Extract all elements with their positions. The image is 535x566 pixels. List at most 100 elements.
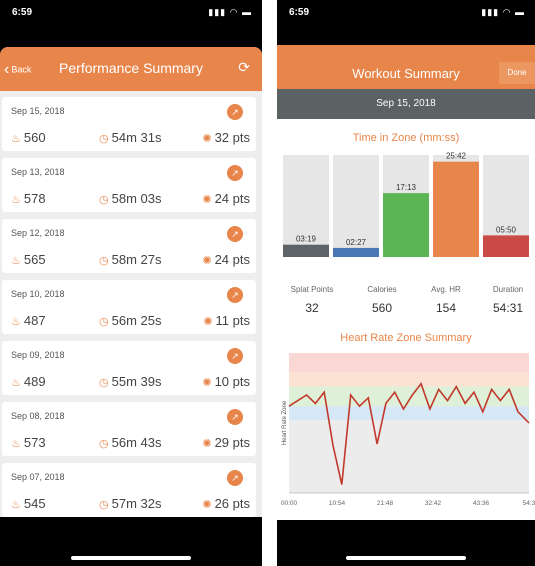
calories-value: 489 <box>23 374 46 389</box>
calories-value: 573 <box>23 435 46 450</box>
nav-header: Workout Summary Done <box>277 45 535 89</box>
done-button[interactable]: Done <box>499 62 535 84</box>
workout-card[interactable]: Sep 07, 2018 ↗ ♨ 545 ◷ 57m 32s ✺ 26 pts <box>2 463 256 517</box>
share-icon[interactable]: ↗ <box>227 165 243 181</box>
share-icon[interactable]: ↗ <box>227 348 243 364</box>
workout-date: Sep 09, 2018 <box>11 350 65 360</box>
splat-icon: ✺ <box>202 499 212 511</box>
flame-icon: ♨ <box>11 499 21 511</box>
share-icon[interactable]: ↗ <box>227 470 243 486</box>
zone-bar-label: 03:19 <box>296 235 317 244</box>
duration-stat: ◷ 54m 31s <box>99 130 161 145</box>
workout-card[interactable]: Sep 10, 2018 ↗ ♨ 487 ◷ 56m 25s ✺ 11 pts <box>2 280 256 334</box>
status-time: 6:59 <box>12 7 33 18</box>
splat-icon: ✺ <box>202 133 212 145</box>
calories-value: 545 <box>23 496 46 511</box>
splat-icon: ✺ <box>202 194 212 206</box>
share-icon[interactable]: ↗ <box>227 104 243 120</box>
nav-header: ‹ Back Performance Summary ⟳ <box>0 47 262 91</box>
calories-stat: ♨ 489 <box>11 374 46 389</box>
x-tick-label: 43:36 <box>473 500 490 507</box>
zone-chart-title: Time in Zone (mm:ss) <box>352 132 460 144</box>
duration-value: 58m 03s <box>111 191 162 206</box>
duration-value: 57m 32s <box>111 496 162 511</box>
splat-icon: ✺ <box>202 438 212 450</box>
points-value: 10 pts <box>214 374 250 389</box>
splat-icon: ✺ <box>202 255 212 267</box>
workout-card[interactable]: Sep 15, 2018 ↗ ♨ 560 ◷ 54m 31s ✺ 32 pts <box>2 97 256 151</box>
points-stat: ✺ 32 pts <box>202 130 250 145</box>
flame-icon: ♨ <box>11 194 21 206</box>
points-value: 11 pts <box>215 313 250 328</box>
duration-value: 56m 43s <box>111 435 162 450</box>
phone-left: 6:59 ▮▮▮ ◠ ▬ ‹ Back Performance Summary ⟳… <box>0 0 262 566</box>
metric-label: Splat Points <box>290 285 334 294</box>
metric-value: 154 <box>435 301 457 315</box>
clock-icon: ◷ <box>99 499 109 511</box>
share-icon[interactable]: ↗ <box>227 287 243 303</box>
clock-icon: ◷ <box>99 316 109 328</box>
flame-icon: ♨ <box>11 377 21 389</box>
workout-date: Sep 08, 2018 <box>11 411 65 421</box>
flame-icon: ♨ <box>11 255 21 267</box>
home-indicator[interactable] <box>71 556 191 560</box>
flame-icon: ♨ <box>11 316 21 328</box>
duration-stat: ◷ 55m 39s <box>99 374 161 389</box>
flame-icon: ♨ <box>11 133 21 145</box>
workout-card[interactable]: Sep 12, 2018 ↗ ♨ 565 ◷ 58m 27s ✺ 24 pts <box>2 219 256 273</box>
clock-icon: ◷ <box>99 194 109 206</box>
points-stat: ✺ 29 pts <box>202 435 250 450</box>
workout-date-banner: Sep 15, 2018 <box>277 89 535 119</box>
points-stat: ✺ 10 pts <box>202 374 250 389</box>
time-in-zone-chart: 03:19 02:27 17:13 25:42 05:50 <box>283 152 529 257</box>
clock-icon: ◷ <box>99 133 109 145</box>
calories-value: 487 <box>23 313 46 328</box>
refresh-icon[interactable]: ⟳ <box>238 59 250 76</box>
clock-icon: ◷ <box>99 377 109 389</box>
points-value: 24 pts <box>214 252 250 267</box>
zone-bar-label: 17:13 <box>396 183 417 192</box>
points-stat: ✺ 24 pts <box>202 252 250 267</box>
share-icon[interactable]: ↗ <box>227 226 243 242</box>
zone-bar-label: 25:42 <box>446 152 467 161</box>
duration-stat: ◷ 58m 27s <box>99 252 161 267</box>
workout-date: Sep 13, 2018 <box>11 167 65 177</box>
splat-icon: ✺ <box>203 316 213 328</box>
points-value: 24 pts <box>214 191 250 206</box>
workout-card[interactable]: Sep 09, 2018 ↗ ♨ 489 ◷ 55m 39s ✺ 10 pts <box>2 341 256 395</box>
workout-date: Sep 15, 2018 <box>11 106 65 116</box>
points-stat: ✺ 24 pts <box>202 191 250 206</box>
calories-stat: ♨ 487 <box>11 313 46 328</box>
zone-bar <box>383 193 429 257</box>
home-indicator[interactable] <box>346 556 466 560</box>
page-title: Workout Summary <box>352 66 460 81</box>
duration-stat: ◷ 56m 25s <box>99 313 161 328</box>
metric-label: Duration <box>492 285 524 294</box>
metric-value: 54:31 <box>492 301 524 315</box>
duration-value: 54m 31s <box>111 130 162 145</box>
heart-rate-zone-chart: Heart Rate Zone 00:00 10:54 21:48 32:42 43:36… <box>281 353 535 507</box>
zone-bar-label: 02:27 <box>346 238 367 247</box>
workout-card[interactable]: Sep 13, 2018 ↗ ♨ 578 ◷ 58m 03s ✺ 24 pts <box>2 158 256 212</box>
duration-value: 55m 39s <box>111 374 162 389</box>
workout-card[interactable]: Sep 08, 2018 ↗ ♨ 573 ◷ 56m 43s ✺ 29 pts <box>2 402 256 456</box>
share-icon[interactable]: ↗ <box>227 409 243 425</box>
duration-stat: ◷ 58m 03s <box>99 191 161 206</box>
duration-value: 58m 27s <box>111 252 162 267</box>
metric-label: Calories <box>367 285 397 294</box>
duration-stat: ◷ 56m 43s <box>99 435 161 450</box>
metric-avg-hr: Avg. HR 154 <box>415 285 477 315</box>
zone-bar <box>433 161 479 257</box>
points-value: 32 pts <box>214 130 250 145</box>
performance-screen: ‹ Back Performance Summary ⟳ Sep 15, 2018… <box>0 47 262 517</box>
zone-bar <box>283 244 329 257</box>
workout-date: Sep 07, 2018 <box>11 472 65 482</box>
points-value: 29 pts <box>214 435 250 450</box>
calories-stat: ♨ 573 <box>11 435 46 450</box>
clock-icon: ◷ <box>99 438 109 450</box>
x-tick-label: 32:42 <box>425 500 442 507</box>
metric-value: 560 <box>371 301 393 315</box>
x-tick-label: 00:00 <box>281 500 298 507</box>
metrics-row: Splat Points 32 Calories 560 Avg. HR 154… <box>277 285 535 325</box>
workout-date: Sep 10, 2018 <box>11 289 65 299</box>
